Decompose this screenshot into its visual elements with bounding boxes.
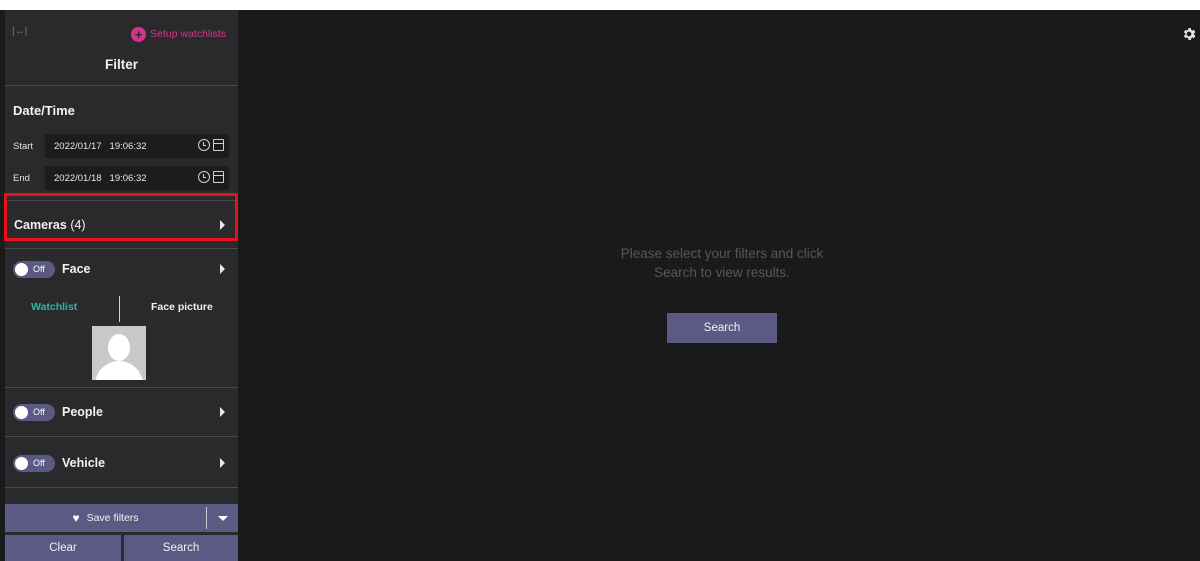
toggle-knob bbox=[15, 263, 28, 276]
start-time-value: 19:06:32 bbox=[109, 140, 147, 152]
gear-icon[interactable] bbox=[1181, 26, 1197, 42]
main-search-button[interactable]: Search bbox=[667, 313, 777, 343]
sidebar-header: |↔| + Setup watchlists Filter bbox=[5, 10, 238, 86]
toggle-knob bbox=[15, 406, 28, 419]
tab-separator bbox=[119, 296, 120, 322]
clear-button[interactable]: Clear bbox=[5, 535, 121, 561]
calendar-icon[interactable] bbox=[213, 139, 224, 151]
end-time-value: 19:06:32 bbox=[109, 172, 147, 184]
people-label: People bbox=[62, 405, 103, 419]
vehicle-label: Vehicle bbox=[62, 456, 106, 470]
avatar-body bbox=[95, 361, 143, 380]
divider bbox=[5, 436, 238, 437]
tab-watchlist[interactable]: Watchlist bbox=[31, 301, 77, 313]
save-filters-label: Save filters bbox=[86, 512, 139, 524]
sidebar-actions: Clear Search bbox=[5, 535, 238, 561]
sidebar-search-button[interactable]: Search bbox=[124, 535, 238, 561]
heart-icon: ♥ bbox=[72, 511, 80, 525]
expand-horizontal-icon[interactable]: |↔| bbox=[12, 26, 28, 38]
face-filter-row[interactable]: Off Face bbox=[5, 254, 238, 284]
datetime-title: Date/Time bbox=[13, 103, 75, 118]
setup-watchlists-link[interactable]: + Setup watchlists bbox=[131, 25, 226, 43]
clock-icon[interactable] bbox=[198, 171, 210, 183]
vehicle-toggle[interactable]: Off bbox=[13, 455, 55, 472]
face-toggle-state: Off bbox=[33, 264, 45, 274]
caret-down-icon bbox=[218, 516, 228, 521]
end-datetime-row: End 2022/01/18 19:06:32 bbox=[13, 166, 229, 190]
divider bbox=[5, 487, 238, 488]
calendar-icon[interactable] bbox=[213, 171, 224, 183]
chevron-right-icon bbox=[220, 458, 225, 468]
toggle-knob bbox=[15, 457, 28, 470]
avatar-head bbox=[108, 334, 130, 361]
filter-sidebar: |↔| + Setup watchlists Filter Date/Time … bbox=[5, 10, 238, 561]
setup-watchlists-label: Setup watchlists bbox=[150, 28, 226, 40]
empty-state-line2: Search to view results. bbox=[654, 265, 790, 280]
people-filter-row[interactable]: Off People bbox=[5, 397, 238, 427]
start-datetime-field[interactable]: 2022/01/17 19:06:32 bbox=[45, 134, 229, 158]
end-label: End bbox=[13, 172, 30, 184]
tab-face-picture[interactable]: Face picture bbox=[151, 301, 213, 313]
chevron-right-icon bbox=[220, 407, 225, 417]
empty-state-line1: Please select your filters and click bbox=[620, 246, 824, 261]
end-date-value: 2022/01/18 bbox=[54, 172, 102, 184]
filter-title: Filter bbox=[104, 57, 138, 72]
start-date-value: 2022/01/17 bbox=[54, 140, 102, 152]
start-datetime-row: Start 2022/01/17 19:06:32 bbox=[13, 134, 229, 158]
people-toggle-state: Off bbox=[33, 407, 45, 417]
clock-icon[interactable] bbox=[198, 139, 210, 151]
face-picture-placeholder[interactable] bbox=[92, 326, 146, 380]
start-label: Start bbox=[13, 140, 34, 152]
divider bbox=[5, 248, 238, 249]
plus-circle-icon: + bbox=[131, 26, 147, 42]
save-filters-dropdown[interactable] bbox=[207, 504, 238, 532]
face-tabs: Watchlist Face picture bbox=[5, 296, 238, 324]
vehicle-toggle-state: Off bbox=[33, 458, 45, 468]
save-filters-button[interactable]: ♥ Save filters bbox=[5, 504, 206, 532]
empty-state-message: Please select your filters and click Sea… bbox=[582, 244, 862, 282]
end-datetime-field[interactable]: 2022/01/18 19:06:32 bbox=[45, 166, 229, 190]
people-toggle[interactable]: Off bbox=[13, 404, 55, 421]
face-label: Face bbox=[62, 262, 91, 276]
chevron-right-icon bbox=[220, 264, 225, 274]
face-toggle[interactable]: Off bbox=[13, 261, 55, 278]
save-filters-bar: ♥ Save filters bbox=[5, 504, 238, 532]
cameras-highlight-box bbox=[4, 193, 238, 241]
vehicle-filter-row[interactable]: Off Vehicle bbox=[5, 448, 238, 478]
divider bbox=[5, 387, 238, 388]
